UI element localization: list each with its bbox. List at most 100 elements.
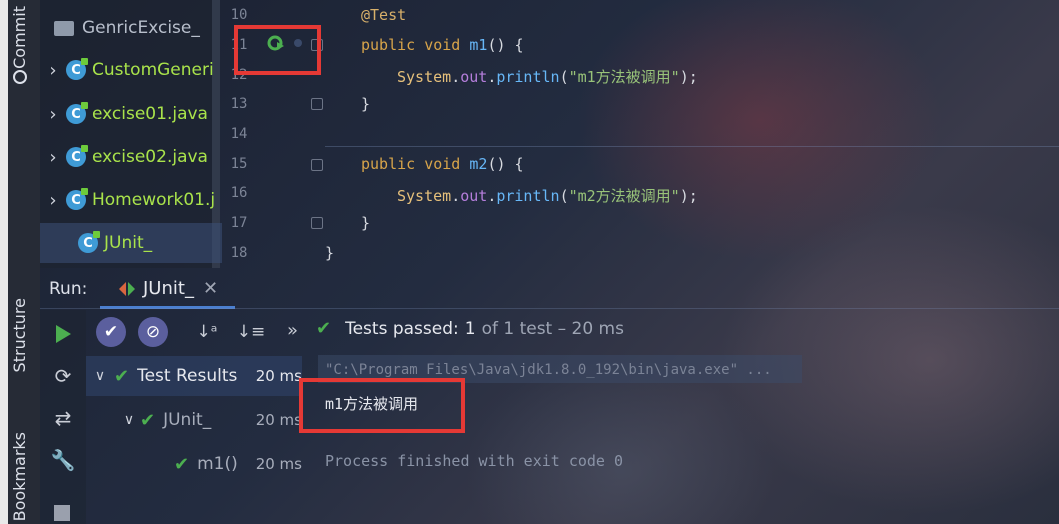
- commit-icon: [13, 70, 27, 84]
- test-node-m1[interactable]: ✔ m1() 20 ms: [174, 444, 302, 484]
- check-icon: ✔: [316, 318, 332, 339]
- check-icon: ✔: [114, 365, 130, 387]
- code-token: .: [451, 68, 461, 86]
- method-name-token: m2: [469, 155, 488, 173]
- tree-item-junit[interactable]: C JUnit_: [40, 223, 222, 263]
- method-name-token: m1: [469, 36, 488, 54]
- bookmarks-tab[interactable]: Bookmarks: [10, 432, 29, 521]
- check-icon: ✔: [174, 453, 190, 475]
- string-token: "m2方法被调用": [568, 187, 680, 205]
- test-status: ✔ Tests passed: 1 of 1 test – 20 ms: [316, 318, 624, 339]
- status-count: 1: [464, 318, 476, 339]
- code-line-17[interactable]: }: [361, 214, 370, 232]
- tree-item-excise02[interactable]: › C excise02.java: [40, 137, 222, 177]
- test-node-label: m1(): [197, 454, 238, 474]
- tree-item-label: excise02.java: [92, 147, 208, 167]
- toggle-auto-test-icon[interactable]: ⇄: [48, 403, 78, 433]
- highlight-box-run-icon: [234, 25, 321, 75]
- junit-run-icon: [118, 281, 136, 297]
- keyword-token: void: [424, 36, 461, 54]
- tree-item-customgeneri[interactable]: › C CustomGeneri: [40, 50, 222, 90]
- code-line-11[interactable]: public void m1() {: [361, 36, 524, 54]
- tree-item-label: JUnit_: [104, 233, 153, 253]
- code-line-15[interactable]: public void m2() {: [361, 155, 524, 173]
- chevron-right-icon[interactable]: ›: [40, 147, 66, 168]
- string-token: "m1方法被调用": [568, 68, 680, 86]
- structure-tab[interactable]: Structure: [10, 298, 29, 372]
- strip-edge: [0, 0, 8, 524]
- class-token: System: [397, 68, 452, 86]
- test-results-root[interactable]: ∨ ✔ Test Results 20 ms: [86, 356, 302, 396]
- tree-item-label: excise01.java: [92, 104, 208, 124]
- run-label: Run:: [49, 279, 88, 299]
- code-line-16[interactable]: System.out.println("m2方法被调用");: [397, 185, 698, 206]
- keyword-token: public: [361, 155, 416, 173]
- tree-item-excise01[interactable]: › C excise01.java: [40, 94, 222, 134]
- method-call-token: println: [496, 68, 560, 86]
- rerun-icon[interactable]: [48, 319, 78, 349]
- method-call-token: println: [496, 187, 560, 205]
- chevron-down-icon[interactable]: ∨: [118, 412, 140, 428]
- java-class-icon: C: [78, 231, 100, 253]
- fold-marker-icon[interactable]: [311, 217, 323, 229]
- chevron-down-icon[interactable]: ∨: [86, 368, 114, 384]
- close-tab-icon[interactable]: ✕: [203, 278, 218, 299]
- java-class-icon: C: [66, 188, 88, 210]
- test-node-label: JUnit_: [163, 410, 212, 430]
- tree-item-label: GenricExcise_: [82, 18, 200, 38]
- java-class-icon: C: [66, 145, 88, 167]
- tree-item-label: CustomGeneri: [92, 60, 214, 80]
- sort-alphabetically-icon[interactable]: ↓ᵃ: [192, 317, 222, 347]
- code-token: .: [451, 187, 461, 205]
- chevron-right-icon[interactable]: ›: [40, 104, 66, 125]
- test-node-time: 20 ms: [255, 411, 302, 429]
- code-line-13[interactable]: }: [361, 95, 370, 113]
- method-separator: [325, 146, 1059, 147]
- tree-item-root[interactable]: GenricExcise_: [40, 8, 222, 48]
- rerun-failed-icon[interactable]: ⟳: [48, 361, 78, 391]
- check-icon: ✔: [140, 409, 156, 431]
- code-token: .: [487, 187, 497, 205]
- class-token: System: [397, 187, 452, 205]
- line-number: 14: [230, 126, 248, 142]
- line-number: 17: [230, 215, 248, 231]
- line-number: 18: [230, 245, 248, 261]
- code-line-12[interactable]: System.out.println("m1方法被调用");: [397, 66, 698, 87]
- test-node-junit[interactable]: ∨ ✔ JUnit_ 20 ms: [118, 400, 302, 440]
- code-token: () {: [487, 155, 524, 173]
- test-node-label: Test Results: [137, 366, 238, 386]
- code-line-10[interactable]: @Test: [361, 6, 406, 24]
- commit-tab[interactable]: Commit: [10, 6, 29, 69]
- test-node-time: 20 ms: [255, 367, 302, 385]
- console-exit-line[interactable]: Process finished with exit code 0: [325, 452, 623, 470]
- show-ignored-button[interactable]: ⊘: [138, 317, 168, 347]
- java-class-icon: C: [66, 58, 88, 80]
- annotation-token: @Test: [361, 6, 407, 24]
- more-actions-icon[interactable]: »: [287, 320, 298, 341]
- settings-wrench-icon[interactable]: 🔧: [48, 445, 78, 475]
- chevron-right-icon[interactable]: ›: [40, 60, 66, 81]
- line-number: 16: [230, 185, 248, 201]
- status-prefix: Tests passed:: [345, 318, 459, 339]
- console-command-line[interactable]: "C:\Program Files\Java\jdk1.8.0_192\bin\…: [325, 362, 772, 378]
- code-token: (: [559, 187, 569, 205]
- sort-by-duration-icon[interactable]: ↓≡: [236, 317, 266, 347]
- code-token: .: [487, 68, 497, 86]
- code-token: () {: [487, 36, 524, 54]
- test-node-time: 20 ms: [255, 455, 302, 473]
- keyword-token: public: [361, 36, 416, 54]
- run-toolbar-divider: [40, 308, 1059, 309]
- line-number: 10: [230, 7, 248, 23]
- stop-icon[interactable]: [54, 505, 70, 521]
- fold-marker-icon[interactable]: [311, 98, 323, 110]
- tree-item-homework01[interactable]: › C Homework01.j: [40, 180, 222, 220]
- code-line-18[interactable]: }: [325, 244, 334, 262]
- field-token: out: [460, 187, 488, 205]
- code-token: (: [559, 68, 569, 86]
- run-tab-junit[interactable]: JUnit_: [143, 278, 194, 299]
- highlight-box-console-output: [299, 378, 465, 433]
- show-passed-button[interactable]: ✔: [96, 317, 126, 347]
- folder-icon: [54, 20, 74, 36]
- fold-marker-icon[interactable]: [311, 159, 323, 171]
- chevron-right-icon[interactable]: ›: [40, 190, 66, 211]
